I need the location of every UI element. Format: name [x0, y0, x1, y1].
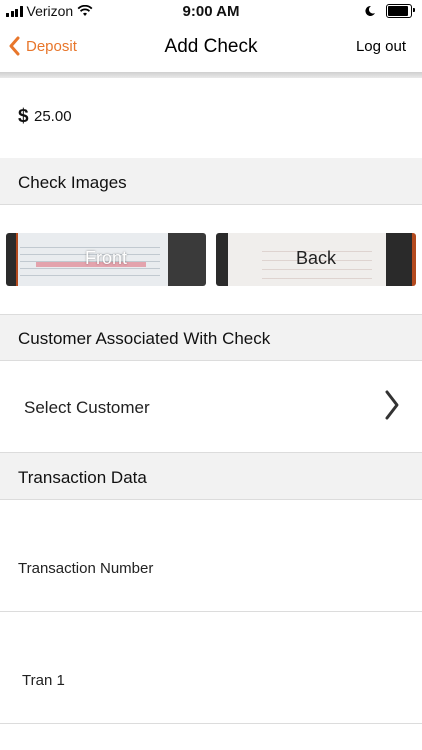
chevron-left-icon: [9, 36, 20, 56]
section-title: Customer Associated With Check: [18, 329, 271, 348]
check-back-image[interactable]: Back: [216, 233, 416, 286]
status-right: [364, 4, 415, 18]
check-front-image[interactable]: Front: [6, 233, 206, 286]
back-button-label: Deposit: [26, 37, 77, 55]
status-bar: Verizon 9:00 AM: [0, 0, 422, 24]
amount-value: 25.00: [34, 108, 72, 125]
transaction-number-label: Transaction Number: [18, 560, 154, 577]
section-header-customer: Customer Associated With Check: [0, 315, 422, 361]
back-button[interactable]: Deposit: [8, 36, 77, 56]
check-front-label: Front: [84, 248, 127, 268]
select-customer-row[interactable]: Select Customer: [0, 361, 422, 453]
status-time: 9:00 AM: [182, 3, 240, 20]
currency-symbol: $: [18, 106, 29, 127]
section-header-transaction: Transaction Data: [0, 453, 422, 500]
tran-field-label: Tran 1: [22, 672, 65, 689]
check-back-label: Back: [295, 248, 337, 268]
section-title: Check Images: [18, 173, 127, 192]
tran-field[interactable]: Tran 1: [0, 612, 422, 724]
amount-row: $ 25.00: [0, 78, 422, 159]
transaction-number-field[interactable]: Transaction Number: [0, 500, 422, 612]
section-header-check-images: Check Images: [0, 158, 422, 205]
logout-button[interactable]: Log out: [356, 38, 406, 55]
select-customer-label: Select Customer: [24, 398, 150, 417]
chevron-right-icon: [385, 390, 399, 420]
moon-icon: [365, 5, 375, 16]
section-title: Transaction Data: [18, 468, 147, 487]
navigation-bar: Deposit Add Check Log out: [0, 24, 422, 72]
battery-icon: [386, 4, 415, 18]
check-images-row: Front Back: [0, 205, 422, 315]
battery-level: [388, 6, 408, 16]
